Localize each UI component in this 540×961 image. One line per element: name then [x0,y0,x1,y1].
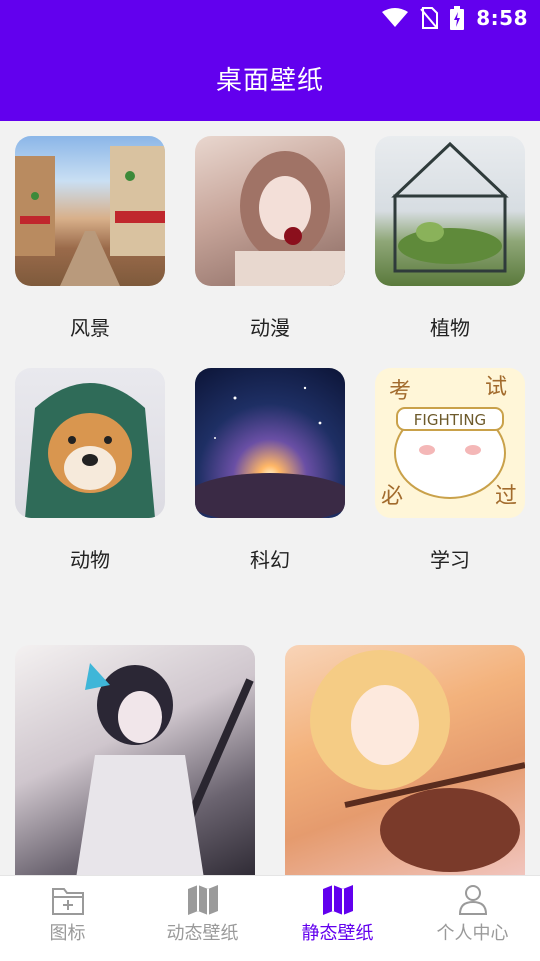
category-scifi[interactable]: 科幻 [195,368,345,573]
map-book-icon [322,885,353,915]
category-thumbnail-scenery[interactable] [15,136,165,286]
category-label: 学习 [430,548,470,572]
nav-label: 个人中心 [436,923,509,944]
category-thumbnail-anime[interactable] [195,136,345,286]
battery-charging-icon [450,6,465,30]
svg-text:试: 试 [485,375,507,400]
category-scenery[interactable]: 风景 [15,136,165,341]
map-book-icon [187,885,218,915]
category-thumbnail-scifi[interactable] [195,368,345,518]
nav-label: 动态壁纸 [166,923,239,944]
wallpaper-card-2[interactable] [285,645,525,885]
shiba-dog-illustration [25,383,155,518]
wallpaper-card-1[interactable] [15,645,255,885]
category-label: 风景 [70,316,110,340]
app-header: 桌面壁纸 [0,36,540,121]
category-study[interactable]: FIGHTING 考 试 必 过 学习 [375,368,525,573]
nav-item-static-wallpaper[interactable]: 静态壁纸 [270,876,405,961]
category-animals[interactable]: 动物 [15,368,165,573]
no-sim-icon [420,7,439,29]
nav-item-profile[interactable]: 个人中心 [405,876,540,961]
category-label: 科幻 [250,548,290,572]
category-label: 植物 [430,316,470,340]
status-time: 8:58 [476,6,528,30]
nav-label: 图标 [49,923,86,944]
category-label: 动漫 [250,316,290,340]
anime-violinist-illustration [310,650,525,872]
fighting-cartoon-illustration: FIGHTING 考 试 必 过 [381,375,517,509]
category-plants[interactable]: 植物 [375,136,525,341]
galaxy-illustration [195,386,345,518]
svg-text:过: 过 [495,484,517,509]
page-title: 桌面壁纸 [215,66,324,96]
category-thumbnail-animals[interactable] [15,368,165,518]
bottom-navigation: 图标 动态壁纸 静态壁纸 个人中心 [0,875,540,961]
anime-girl-illustration [235,151,345,286]
street-illustration [15,146,165,286]
svg-text:考: 考 [389,379,411,404]
status-bar: 8:58 [0,0,540,36]
category-thumbnail-study[interactable]: FIGHTING 考 试 必 过 [375,368,525,518]
category-label: 动物 [70,548,110,572]
fighting-banner-text: FIGHTING [414,411,486,429]
nav-item-icons[interactable]: 图标 [0,876,135,961]
anime-swordswoman-illustration [75,663,254,885]
nav-label: 静态壁纸 [301,923,374,944]
category-thumbnail-plants[interactable] [375,136,525,286]
svg-text:必: 必 [381,484,403,509]
person-icon [458,885,487,915]
folder-add-icon [51,888,84,915]
status-icons: 8:58 [382,6,528,30]
wifi-icon [382,8,409,27]
terrarium-illustration [391,141,509,273]
nav-item-live-wallpaper[interactable]: 动态壁纸 [135,876,270,961]
category-anime[interactable]: 动漫 [195,136,345,341]
